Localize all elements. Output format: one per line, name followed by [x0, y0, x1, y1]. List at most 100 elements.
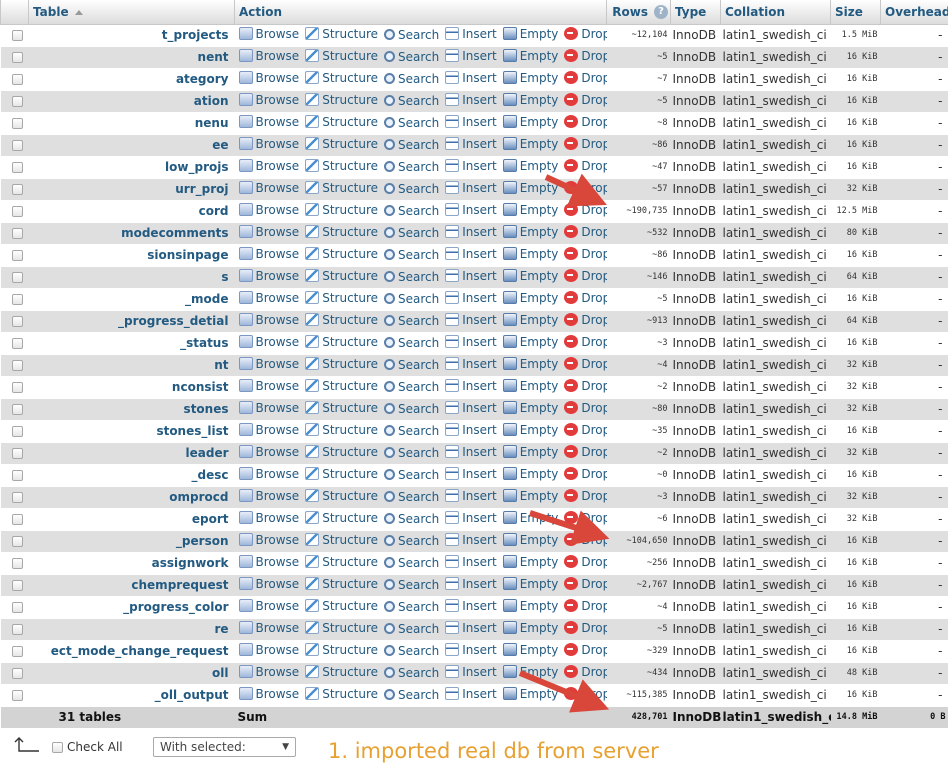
empty-action[interactable]: Empty — [502, 247, 559, 261]
empty-label[interactable]: Empty — [520, 357, 559, 371]
drop-action[interactable]: Drop — [564, 159, 607, 173]
insert-action[interactable]: Insert — [445, 379, 497, 393]
structure-icon[interactable] — [305, 27, 320, 41]
drop-icon[interactable] — [564, 203, 579, 217]
search-icon[interactable] — [384, 51, 396, 63]
insert-label[interactable]: Insert — [462, 643, 496, 657]
empty-label[interactable]: Empty — [520, 621, 559, 635]
structure-action[interactable]: Structure — [305, 555, 378, 569]
empty-label[interactable]: Empty — [520, 115, 559, 129]
search-icon[interactable] — [384, 535, 396, 547]
table-name-link[interactable]: omprocd — [31, 490, 233, 504]
table-name-link[interactable]: nent — [31, 50, 233, 64]
row-checkbox[interactable] — [11, 316, 23, 327]
browse-label[interactable]: Browse — [256, 445, 300, 459]
empty-action[interactable]: Empty — [502, 445, 558, 459]
empty-label[interactable]: Empty — [520, 137, 559, 151]
browse-action[interactable]: Browse — [238, 467, 299, 481]
table-name-link[interactable]: stones — [31, 402, 233, 416]
row-checkbox[interactable] — [11, 448, 23, 459]
insert-action[interactable]: Insert — [445, 27, 497, 41]
structure-label[interactable]: Structure — [322, 401, 378, 415]
insert-icon[interactable] — [445, 137, 460, 151]
empty-icon[interactable] — [502, 93, 517, 107]
search-action[interactable]: Search — [384, 28, 439, 42]
structure-icon[interactable] — [305, 181, 320, 195]
drop-label[interactable]: Drop — [581, 203, 606, 217]
empty-icon[interactable] — [502, 643, 517, 657]
empty-action[interactable]: Empty — [502, 577, 558, 591]
browse-label[interactable]: Browse — [256, 379, 300, 393]
insert-icon[interactable] — [445, 71, 460, 85]
table-name-link[interactable]: _progress_color — [31, 600, 233, 614]
search-action[interactable]: Search — [384, 490, 439, 504]
insert-label[interactable]: Insert — [462, 71, 496, 85]
browse-label[interactable]: Browse — [256, 269, 300, 283]
structure-icon[interactable] — [305, 687, 320, 701]
search-action[interactable]: Search — [384, 600, 439, 614]
browse-label[interactable]: Browse — [256, 511, 300, 525]
empty-icon[interactable] — [502, 137, 517, 151]
table-name-link[interactable]: _status — [31, 336, 233, 350]
search-icon[interactable] — [384, 359, 396, 371]
drop-icon[interactable] — [564, 137, 579, 151]
empty-icon[interactable] — [502, 401, 517, 415]
drop-icon[interactable] — [564, 599, 579, 613]
insert-action[interactable]: Insert — [445, 401, 497, 415]
browse-action[interactable]: Browse — [238, 247, 299, 261]
search-action[interactable]: Search — [384, 556, 439, 570]
structure-label[interactable]: Structure — [322, 247, 378, 261]
structure-label[interactable]: Structure — [322, 467, 378, 481]
search-action[interactable]: Search — [384, 380, 439, 394]
browse-action[interactable]: Browse — [238, 181, 299, 195]
insert-icon[interactable] — [445, 379, 460, 393]
structure-label[interactable]: Structure — [322, 203, 378, 217]
drop-label[interactable]: Drop — [581, 687, 606, 701]
header-overhead-label[interactable]: Overhead — [885, 5, 948, 19]
drop-label[interactable]: Drop — [581, 401, 606, 415]
search-action[interactable]: Search — [384, 336, 439, 350]
structure-action[interactable]: Structure — [305, 599, 378, 613]
insert-action[interactable]: Insert — [445, 423, 497, 437]
browse-action[interactable]: Browse — [238, 577, 299, 591]
drop-label[interactable]: Drop — [581, 93, 606, 107]
drop-icon[interactable] — [564, 181, 579, 195]
table-name-link[interactable]: ation — [31, 94, 233, 108]
empty-action[interactable]: Empty — [502, 621, 559, 635]
empty-label[interactable]: Empty — [520, 203, 559, 217]
header-table[interactable]: Table — [28, 0, 235, 25]
search-action[interactable]: Search — [384, 688, 439, 702]
table-name-link[interactable]: assignwork — [31, 556, 233, 570]
search-action[interactable]: Search — [384, 578, 439, 592]
drop-label[interactable]: Drop — [581, 533, 606, 547]
search-icon[interactable] — [384, 623, 396, 635]
header-collation[interactable]: Collation — [720, 0, 831, 25]
drop-label[interactable]: Drop — [581, 49, 606, 63]
empty-action[interactable]: Empty — [502, 401, 558, 415]
table-name-link[interactable]: nenu — [31, 116, 233, 130]
browse-icon[interactable] — [238, 71, 253, 85]
structure-action[interactable]: Structure — [305, 291, 378, 305]
empty-icon[interactable] — [502, 115, 517, 129]
structure-label[interactable]: Structure — [322, 379, 378, 393]
drop-icon[interactable] — [564, 665, 579, 679]
table-name-link[interactable]: _person — [31, 534, 233, 548]
drop-label[interactable]: Drop — [581, 445, 606, 459]
browse-action[interactable]: Browse — [238, 489, 299, 503]
search-icon[interactable] — [384, 667, 396, 679]
empty-label[interactable]: Empty — [520, 247, 559, 261]
insert-action[interactable]: Insert — [445, 137, 497, 151]
empty-icon[interactable] — [502, 203, 517, 217]
empty-icon[interactable] — [502, 445, 517, 459]
table-name-link[interactable]: s — [31, 270, 233, 284]
row-checkbox[interactable] — [11, 470, 23, 481]
drop-icon[interactable] — [564, 555, 579, 569]
insert-action[interactable]: Insert — [445, 225, 497, 239]
browse-icon[interactable] — [238, 335, 253, 349]
browse-label[interactable]: Browse — [256, 313, 300, 327]
check-all-label[interactable]: Check All — [67, 740, 123, 754]
drop-label[interactable]: Drop — [581, 27, 606, 41]
browse-icon[interactable] — [238, 225, 253, 239]
browse-action[interactable]: Browse — [238, 357, 299, 371]
search-action[interactable]: Search — [384, 402, 439, 416]
